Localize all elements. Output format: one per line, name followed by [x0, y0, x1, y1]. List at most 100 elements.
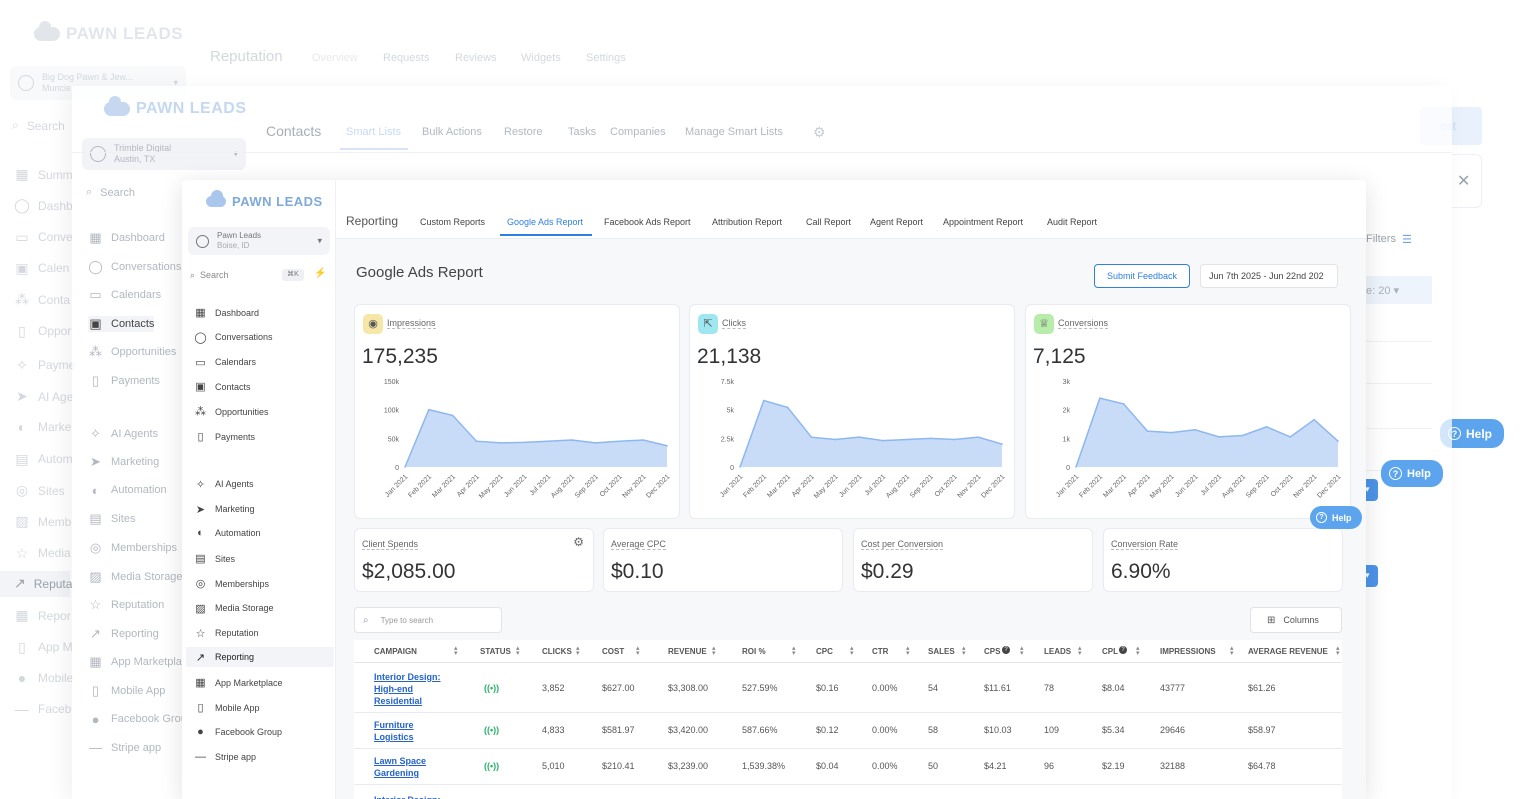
tab-requests[interactable]: Requests [383, 52, 429, 64]
sort-icon[interactable]: ▴ ▾ [1336, 645, 1340, 657]
sidebar-item-reporting[interactable]: ↗ Reporting [186, 647, 334, 668]
sidebar-item-ai-agents[interactable]: ✧ AI Agents [194, 478, 254, 491]
sidebar-item-calendars[interactable]: ▭ Calendars [88, 287, 161, 303]
tab-bulk-actions[interactable]: Bulk Actions [422, 126, 482, 138]
sidebar-item-mobile-app[interactable]: ▯ Mobile App [194, 701, 259, 714]
tab-audit-report[interactable]: Audit Report [1047, 217, 1097, 227]
tab-smart-lists[interactable]: Smart Lists [346, 126, 401, 138]
sort-icon[interactable]: ▴ ▾ [1230, 645, 1234, 657]
column-header-revenue[interactable]: REVENUE [668, 647, 707, 656]
table-row[interactable]: Lawn Space Gardening ((•)) 5,010 $210.41 $3,2… [354, 749, 1342, 785]
sidebar-item-dashboard[interactable]: ▦ Dashboard [194, 306, 259, 319]
account-switcher[interactable]: Trimble Digital Austin, TX ▾ [82, 138, 246, 170]
sidebar-item-reporting[interactable]: ↗ Reporting [88, 626, 159, 642]
sidebar-item-summ[interactable]: ▦ Summ [14, 166, 72, 183]
campaign-link[interactable]: Interior Design: [374, 794, 441, 799]
sidebar-item-opportunities[interactable]: ⁂ Opportunities [194, 405, 269, 418]
close-icon[interactable]: ✕ [1457, 171, 1470, 191]
sidebar-item-memberships[interactable]: ◎ Memberships [194, 577, 269, 590]
sidebar-item-conta[interactable]: ⁂ Conta [14, 291, 70, 308]
date-range-picker[interactable]: Jun 7th 2025 - Jun 22nd 202 [1200, 264, 1338, 288]
sidebar-item-faceb[interactable]: — Faceb [14, 701, 71, 717]
page-size-select[interactable]: e: 20 ▾ [1366, 276, 1432, 304]
search-input[interactable]: ⌕ Search [12, 118, 65, 133]
sidebar-item-facebook-grou[interactable]: ● Facebook Grou [88, 712, 187, 727]
sort-icon[interactable]: ▴ ▾ [636, 645, 640, 657]
help-button[interactable]: ? Help [1310, 506, 1362, 529]
columns-button[interactable]: ⊞ Columns [1250, 607, 1342, 633]
sort-icon[interactable]: ▴ ▾ [516, 645, 520, 657]
tab-custom-reports[interactable]: Custom Reports [420, 217, 485, 227]
sort-icon[interactable]: ▴ ▾ [1020, 645, 1024, 657]
sort-icon[interactable]: ▴ ▾ [1078, 645, 1082, 657]
column-header-cpl[interactable]: CPL [1102, 647, 1118, 656]
sidebar-item-calen[interactable]: ▣ Calen [14, 260, 69, 277]
sidebar-item-payme[interactable]: ✧ Payme [14, 357, 75, 374]
table-row[interactable]: Furniture Logistics ((•)) 4,833 $581.97 $3,42… [354, 713, 1342, 749]
sidebar-item-dashb[interactable]: ◯ Dashb [14, 197, 73, 214]
sidebar-item-conve[interactable]: ▭ Conve [14, 229, 72, 246]
sidebar-item-mobile-app[interactable]: ▯ Mobile App [88, 683, 166, 699]
sidebar-item-media-storage[interactable]: ▨ Media Storage [88, 569, 182, 585]
sidebar-item-oppor[interactable]: ▯ Oppor [14, 323, 71, 340]
search-input[interactable]: ⌕ Search [86, 186, 135, 199]
tab-widgets[interactable]: Widgets [521, 52, 561, 64]
column-header-leads[interactable]: LEADS [1044, 647, 1071, 656]
tab-overview[interactable]: Overview [312, 52, 358, 64]
table-search-input[interactable]: ⌕ Type to search [354, 607, 502, 633]
sidebar-item-ai-agents[interactable]: ✧ AI Agents [88, 426, 158, 442]
sidebar-item-media[interactable]: ☆ Media [14, 545, 71, 562]
sidebar-item-dashboard[interactable]: ▦ Dashboard [88, 230, 164, 246]
campaign-link[interactable]: Interior Design: High-end Residential [374, 671, 441, 707]
tab-call-report[interactable]: Call Report [806, 217, 851, 227]
sidebar-item-sites[interactable]: ◎ Sites [14, 482, 65, 499]
sort-icon[interactable]: ▴ ▾ [1136, 645, 1140, 657]
sidebar-item-marketing[interactable]: ➤ Marketing [194, 503, 255, 516]
tab-google-ads-report[interactable]: Google Ads Report [507, 217, 583, 227]
sort-icon[interactable]: ▴ ▾ [906, 645, 910, 657]
tab-restore[interactable]: Restore [504, 126, 543, 138]
tab-manage-smart-lists[interactable]: Manage Smart Lists [685, 126, 783, 138]
sidebar-item-memb[interactable]: ▨ Memb [14, 513, 71, 530]
tab-settings[interactable]: Settings [586, 52, 626, 64]
campaign-link[interactable]: Furniture Logistics [374, 719, 414, 743]
table-row[interactable]: Interior Design: [354, 785, 1342, 799]
tab-agent-report[interactable]: Agent Report [870, 217, 923, 227]
help-button[interactable]: ? Help [1381, 460, 1443, 487]
sidebar-item-autom[interactable]: ▤ Autom [14, 451, 72, 468]
column-header-status[interactable]: STATUS [480, 647, 511, 656]
sidebar-item-automation[interactable]: ◐ Automation [88, 483, 167, 498]
tab-tasks[interactable]: Tasks [568, 126, 596, 138]
column-header-impressions[interactable]: IMPRESSIONS [1160, 647, 1216, 656]
sidebar-item-app-m[interactable]: ▯ App M [14, 639, 73, 656]
tab-appointment-report[interactable]: Appointment Report [943, 217, 1023, 227]
sidebar-item-reputation[interactable]: ☆ Reputation [88, 597, 165, 613]
sidebar-item-ai-age[interactable]: ➤ AI Age [14, 388, 73, 405]
sidebar-item-stripe-app[interactable]: — Stripe app [88, 740, 161, 755]
sidebar-item-app-marketpla[interactable]: ▦ App Marketpla [88, 654, 182, 670]
sidebar-item-mobile[interactable]: ● Mobile [14, 670, 74, 686]
sort-icon[interactable]: ▴ ▾ [454, 645, 458, 657]
sidebar-item-reputa[interactable]: ↗ Reputa [0, 570, 72, 597]
column-header-campaign[interactable]: CAMPAIGN [374, 647, 417, 656]
campaign-link[interactable]: Lawn Space Gardening [374, 755, 426, 779]
sidebar-item-sites[interactable]: ▤ Sites [194, 552, 235, 565]
sidebar-item-payments[interactable]: ▯ Payments [88, 373, 160, 389]
sort-icon[interactable]: ▴ ▾ [850, 645, 854, 657]
sort-icon[interactable]: ▴ ▾ [962, 645, 966, 657]
lightning-icon[interactable]: ⚡ [314, 268, 326, 279]
sidebar-item-memberships[interactable]: ◎ Memberships [88, 540, 177, 556]
sort-icon[interactable]: ▴ ▾ [576, 645, 580, 657]
sidebar-item-payments[interactable]: ▯ Payments [194, 430, 255, 443]
sidebar-item-media-storage[interactable]: ▨ Media Storage [194, 602, 273, 615]
sidebar-item-sites[interactable]: ▤ Sites [88, 511, 135, 527]
tab-facebook-ads-report[interactable]: Facebook Ads Report [604, 217, 691, 227]
sort-icon[interactable]: ▴ ▾ [712, 645, 716, 657]
column-header-cpc[interactable]: CPC [816, 647, 833, 656]
column-header-cps[interactable]: CPS [984, 647, 1000, 656]
filters-button[interactable]: Filters ☰ [1360, 224, 1432, 254]
submit-feedback-button[interactable]: Submit Feedback [1094, 264, 1190, 288]
sidebar-item-repor[interactable]: ▦ Repor [14, 607, 70, 624]
table-row[interactable]: Interior Design: High-end Residential ((•))… [354, 664, 1342, 713]
account-switcher[interactable]: Pawn Leads Boise, ID ▾ [188, 227, 330, 255]
